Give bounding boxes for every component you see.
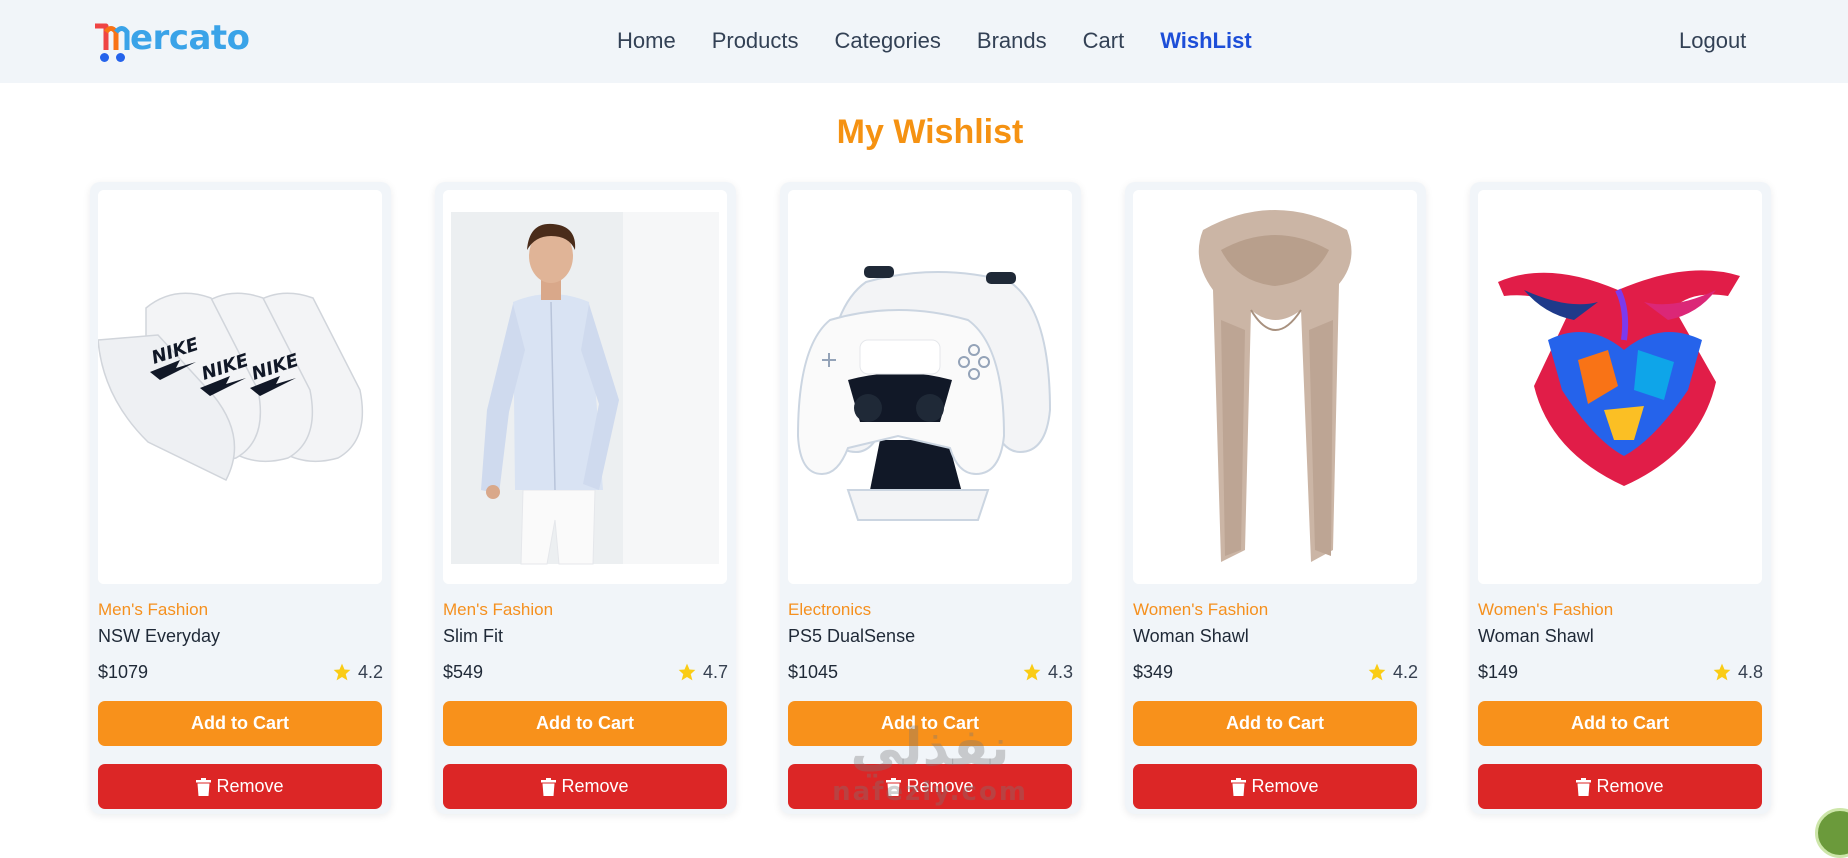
product-rating: 4.7	[677, 662, 728, 683]
add-to-cart-button[interactable]: Add to Cart	[98, 701, 382, 746]
page-title: My Wishlist	[836, 113, 1024, 151]
colorful-scarf-image	[1478, 190, 1762, 584]
rating-value: 4.7	[702, 661, 728, 682]
remove-label: Remove	[561, 776, 629, 796]
product-name[interactable]: Slim Fit	[443, 623, 728, 649]
product-category: Men's Fashion	[443, 600, 554, 619]
shirt-model-image	[443, 190, 727, 584]
remove-button[interactable]: Remove	[443, 764, 727, 809]
product-image[interactable]	[1133, 190, 1417, 584]
logo-cart-m-icon	[92, 18, 132, 64]
nav-home[interactable]: Home	[617, 24, 676, 58]
rating-value: 4.2	[357, 661, 383, 682]
product-meta: $1079 4.2	[98, 659, 383, 685]
wishlist-card: NIKE NIKE NIKE Men's Fashion NSW Everyda…	[90, 182, 391, 814]
add-to-cart-button[interactable]: Add to Cart	[788, 701, 1072, 746]
product-rating: 4.8	[1712, 662, 1763, 683]
remove-button[interactable]: Remove	[1133, 764, 1417, 809]
rating-value: 4.8	[1737, 661, 1763, 682]
logo-text: ercato	[130, 18, 250, 58]
product-rating: 4.3	[1022, 662, 1073, 683]
product-price: $549	[443, 661, 484, 682]
trash-icon	[886, 777, 902, 796]
product-meta: $549 4.7	[443, 659, 728, 685]
product-meta: $149 4.8	[1478, 659, 1763, 685]
product-price: $1045	[788, 661, 839, 682]
add-to-cart-button[interactable]: Add to Cart	[443, 701, 727, 746]
product-image[interactable]: NIKE NIKE NIKE	[98, 190, 382, 584]
trash-icon	[1231, 777, 1247, 796]
star-icon	[1368, 663, 1386, 681]
trash-icon	[541, 777, 557, 796]
product-category: Women's Fashion	[1478, 600, 1614, 619]
product-rating: 4.2	[1367, 662, 1418, 683]
nav-wishlist[interactable]: WishList	[1160, 24, 1251, 58]
product-price: $1079	[98, 661, 149, 682]
star-icon	[333, 663, 351, 681]
product-name[interactable]: Woman Shawl	[1478, 623, 1763, 649]
remove-label: Remove	[1251, 776, 1319, 796]
product-category: Women's Fashion	[1133, 600, 1269, 619]
product-name[interactable]: NSW Everyday	[98, 623, 383, 649]
star-icon	[1713, 663, 1731, 681]
controller-image	[788, 190, 1072, 584]
remove-label: Remove	[216, 776, 284, 796]
star-icon	[678, 663, 696, 681]
wishlist-grid: NIKE NIKE NIKE Men's Fashion NSW Everyda…	[90, 182, 1771, 814]
main-nav: Home Products Categories Brands Cart Wis…	[617, 24, 1252, 58]
nav-brands[interactable]: Brands	[977, 24, 1047, 58]
wishlist-card: Women's Fashion Woman Shawl $349 4.2 Add…	[1125, 182, 1426, 814]
brand-logo[interactable]: ercato	[92, 16, 250, 64]
trash-icon	[196, 777, 212, 796]
beige-shawl-image	[1133, 190, 1417, 584]
product-price: $349	[1133, 661, 1174, 682]
navbar: ercato Home Products Categories Brands C…	[0, 0, 1848, 83]
corner-badge-icon[interactable]	[1815, 808, 1848, 858]
remove-label: Remove	[906, 776, 974, 796]
rating-value: 4.2	[1392, 661, 1418, 682]
nav-categories[interactable]: Categories	[835, 24, 941, 58]
wishlist-card: Electronics PS5 DualSense $1045 4.3 Add …	[780, 182, 1081, 814]
nav-products[interactable]: Products	[712, 24, 799, 58]
remove-button[interactable]: Remove	[788, 764, 1072, 809]
product-category: Electronics	[788, 600, 872, 619]
logout-link[interactable]: Logout	[1679, 24, 1746, 58]
product-rating: 4.2	[332, 662, 383, 683]
trash-icon	[1576, 777, 1592, 796]
product-meta: $1045 4.3	[788, 659, 1073, 685]
wishlist-card: Women's Fashion Woman Shawl $149 4.8 Add…	[1470, 182, 1771, 814]
rating-value: 4.3	[1047, 661, 1073, 682]
product-name[interactable]: Woman Shawl	[1133, 623, 1418, 649]
remove-button[interactable]: Remove	[1478, 764, 1762, 809]
product-meta: $349 4.2	[1133, 659, 1418, 685]
nav-cart[interactable]: Cart	[1083, 24, 1125, 58]
product-name[interactable]: PS5 DualSense	[788, 623, 1073, 649]
socks-image: NIKE NIKE NIKE	[98, 190, 382, 584]
add-to-cart-button[interactable]: Add to Cart	[1133, 701, 1417, 746]
wishlist-card: Men's Fashion Slim Fit $549 4.7 Add to C…	[435, 182, 736, 814]
product-image[interactable]	[788, 190, 1072, 584]
remove-label: Remove	[1596, 776, 1664, 796]
add-to-cart-button[interactable]: Add to Cart	[1478, 701, 1762, 746]
remove-button[interactable]: Remove	[98, 764, 382, 809]
product-category: Men's Fashion	[98, 600, 209, 619]
product-price: $149	[1478, 661, 1519, 682]
product-image[interactable]	[443, 190, 727, 584]
product-image[interactable]	[1478, 190, 1762, 584]
star-icon	[1023, 663, 1041, 681]
